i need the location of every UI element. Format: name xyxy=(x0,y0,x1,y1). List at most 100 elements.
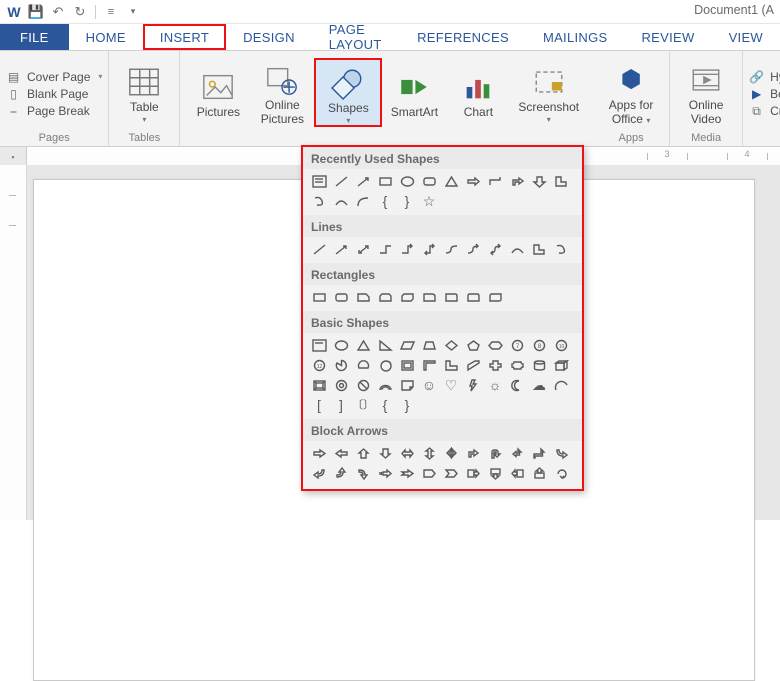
shape-curved-down-arrow[interactable] xyxy=(353,464,373,482)
shape-isoceles-triangle[interactable] xyxy=(441,172,461,190)
online-pictures-button[interactable]: Online Pictures xyxy=(250,59,314,127)
shape-snip-round-single[interactable] xyxy=(419,288,439,306)
shape-round-single-corner[interactable] xyxy=(441,288,461,306)
tab-design[interactable]: DESIGN xyxy=(226,24,312,50)
shape-block-arc[interactable] xyxy=(375,376,395,394)
shape-right-arrow-callout[interactable] xyxy=(463,464,483,482)
shape-right-triangle[interactable] xyxy=(375,336,395,354)
shape-oval[interactable] xyxy=(397,172,417,190)
shape-pentagon[interactable] xyxy=(463,336,483,354)
shape-cube[interactable] xyxy=(551,356,571,374)
shape-curve[interactable] xyxy=(507,240,527,258)
shape-chevron[interactable] xyxy=(441,464,461,482)
shape-left-arrow[interactable] xyxy=(331,444,351,462)
shapes-button[interactable]: Shapes ▾ xyxy=(314,58,382,128)
shape-left-brace[interactable]: { xyxy=(375,192,395,210)
shape-down-arrow-callout[interactable] xyxy=(485,464,505,482)
blank-page-button[interactable]: ▯ Blank Page xyxy=(6,87,102,101)
shape-decagon[interactable]: 10 xyxy=(551,336,571,354)
shape-elbow-connector[interactable] xyxy=(375,240,395,258)
hyperlink-button[interactable]: 🔗 Hyperlink xyxy=(749,70,780,84)
shape-heptagon[interactable]: 7 xyxy=(507,336,527,354)
shape-right-brace[interactable]: } xyxy=(397,396,417,414)
shape-down-arrow[interactable] xyxy=(375,444,395,462)
bookmark-button[interactable]: ▶ Bookmark xyxy=(749,87,780,101)
shape-bent-up-arrow[interactable] xyxy=(529,444,549,462)
shape-l-shape[interactable] xyxy=(441,356,461,374)
shape-octagon[interactable]: 8 xyxy=(529,336,549,354)
shape-text-box[interactable] xyxy=(309,172,329,190)
shape-left-arrow-callout[interactable] xyxy=(507,464,527,482)
shape-double-bracket[interactable]: 〔〕 xyxy=(353,396,373,414)
shape-triangle[interactable] xyxy=(353,336,373,354)
tab-file[interactable]: FILE xyxy=(0,24,69,50)
shape-freeform[interactable] xyxy=(551,240,571,258)
shape-cross[interactable] xyxy=(485,356,505,374)
page-break-button[interactable]: ⎯ Page Break xyxy=(6,104,102,119)
apps-for-office-button[interactable]: ⬢ Apps for Office ▾ xyxy=(599,59,663,127)
shape-diagonal-stripe[interactable] xyxy=(463,356,483,374)
shape-arc[interactable] xyxy=(551,376,571,394)
shape-elbow-connector[interactable] xyxy=(485,172,505,190)
shape-lightning[interactable] xyxy=(463,376,483,394)
tab-references[interactable]: REFERENCES xyxy=(400,24,526,50)
shape-curved-arrow-connector[interactable] xyxy=(463,240,483,258)
tab-insert[interactable]: INSERT xyxy=(143,24,226,50)
shape-diamond[interactable] xyxy=(441,336,461,354)
shape-curved-left-arrow[interactable] xyxy=(309,464,329,482)
table-button[interactable]: Table ▾ xyxy=(112,61,176,125)
cover-page-button[interactable]: ▤ Cover Page ▾ xyxy=(6,70,102,84)
shape-teardrop[interactable] xyxy=(375,356,395,374)
shape-arrow[interactable] xyxy=(331,240,351,258)
shape-left-right-arrow[interactable] xyxy=(397,444,417,462)
shape-sun[interactable]: ☼ xyxy=(485,376,505,394)
shape-text-box[interactable] xyxy=(309,336,329,354)
shape-bent-arrow[interactable] xyxy=(507,172,527,190)
tab-mailings[interactable]: MAILINGS xyxy=(526,24,625,50)
shape-up-down-arrow[interactable] xyxy=(419,444,439,462)
shape-striped-right-arrow[interactable] xyxy=(375,464,395,482)
shape-pie[interactable] xyxy=(331,356,351,374)
shape-arrow-line[interactable] xyxy=(353,172,373,190)
tab-home[interactable]: HOME xyxy=(69,24,143,50)
shape-no-symbol[interactable] xyxy=(353,376,373,394)
shape-u-turn-arrow[interactable] xyxy=(485,444,505,462)
shape-left-bracket[interactable]: [ xyxy=(309,396,329,414)
undo-icon[interactable]: ↶ xyxy=(48,3,68,21)
shape-rectangle[interactable] xyxy=(309,288,329,306)
tab-view[interactable]: VIEW xyxy=(712,24,780,50)
redo-icon[interactable]: ↻ xyxy=(70,3,90,21)
shape-down-arrow[interactable] xyxy=(529,172,549,190)
shape-snip-diagonal[interactable] xyxy=(397,288,417,306)
shape-trapezoid[interactable] xyxy=(419,336,439,354)
shape-chord[interactable] xyxy=(353,356,373,374)
shape-round-diagonal[interactable] xyxy=(485,288,505,306)
shape-frame[interactable] xyxy=(397,356,417,374)
shape-curved-up-arrow[interactable] xyxy=(331,464,351,482)
cross-reference-button[interactable]: ⧉ Cross-referenc xyxy=(749,104,780,119)
shape-half-frame[interactable] xyxy=(419,356,439,374)
shape-rounded-rectangle[interactable] xyxy=(331,288,351,306)
shape-freeform[interactable] xyxy=(309,192,329,210)
shape-moon[interactable] xyxy=(507,376,527,394)
shape-line[interactable] xyxy=(309,240,329,258)
shape-folded-corner[interactable] xyxy=(397,376,417,394)
shape-arc[interactable] xyxy=(353,192,373,210)
shape-curved-connector[interactable] xyxy=(441,240,461,258)
shape-can[interactable] xyxy=(529,356,549,374)
shape-curved-right-arrow[interactable] xyxy=(551,444,571,462)
shape-dodecagon[interactable]: 12 xyxy=(309,356,329,374)
shape-l-shape[interactable] xyxy=(551,172,571,190)
shape-donut[interactable] xyxy=(331,376,351,394)
shape-rectangle[interactable] xyxy=(375,172,395,190)
shape-snip-same-side[interactable] xyxy=(375,288,395,306)
tab-review[interactable]: REVIEW xyxy=(624,24,711,50)
shape-quad-arrow[interactable] xyxy=(441,444,461,462)
shape-heart[interactable]: ♡ xyxy=(441,376,461,394)
shape-right-arrow[interactable] xyxy=(463,172,483,190)
shape-up-arrow-callout[interactable] xyxy=(529,464,549,482)
vertical-ruler[interactable] xyxy=(0,165,27,520)
save-icon[interactable]: 💾 xyxy=(26,3,46,21)
tab-page-layout[interactable]: PAGE LAYOUT xyxy=(312,24,400,50)
chart-button[interactable]: Chart xyxy=(446,66,510,120)
